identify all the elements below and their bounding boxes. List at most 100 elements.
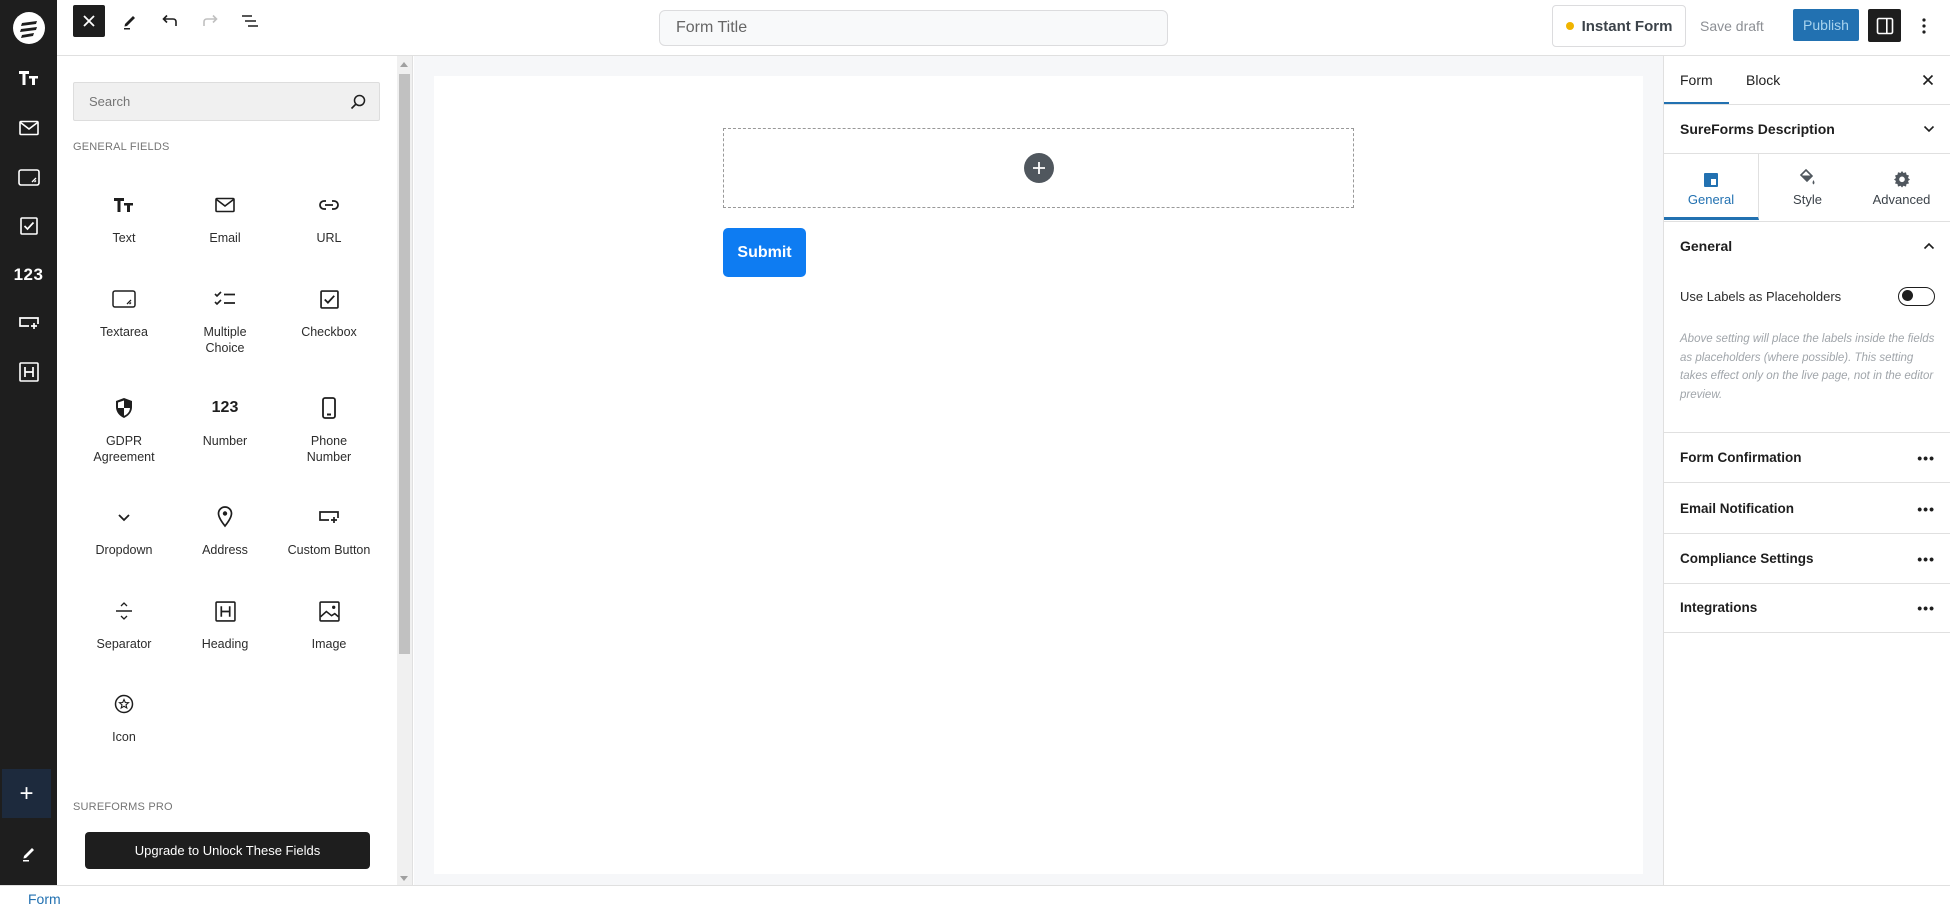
rail-item-heading[interactable] bbox=[0, 352, 57, 392]
inserter-scrollbar[interactable] bbox=[397, 56, 412, 885]
scroll-up-icon[interactable] bbox=[400, 62, 408, 67]
scrollbar-thumb[interactable] bbox=[399, 74, 410, 654]
redo-button[interactable] bbox=[194, 5, 226, 37]
block-address[interactable]: Address bbox=[175, 504, 275, 558]
block-label: Multiple Choice bbox=[203, 325, 247, 355]
add-block-button[interactable] bbox=[1023, 153, 1054, 183]
logo-button[interactable] bbox=[0, 0, 57, 56]
tab-form[interactable]: Form bbox=[1664, 56, 1729, 104]
block-label: GDPR Agreement bbox=[93, 434, 155, 464]
panel-label: Email Notification bbox=[1680, 501, 1795, 516]
close-settings-button[interactable] bbox=[1916, 68, 1940, 92]
block-url[interactable]: URL bbox=[279, 192, 379, 246]
use-labels-as-placeholders-row: Use Labels as Placeholders bbox=[1680, 282, 1935, 310]
gear-icon bbox=[1893, 171, 1910, 188]
submit-button[interactable]: Submit bbox=[723, 228, 806, 277]
sureforms-description-toggle[interactable]: SureForms Description bbox=[1664, 105, 1950, 153]
save-draft-button[interactable]: Save draft bbox=[1700, 10, 1764, 42]
more-dots-icon[interactable]: ••• bbox=[1917, 450, 1935, 466]
checkbox-icon bbox=[19, 217, 38, 235]
tab-block[interactable]: Block bbox=[1730, 56, 1796, 104]
block-appender[interactable] bbox=[723, 128, 1354, 208]
toggle-knob bbox=[1902, 290, 1913, 301]
block-number[interactable]: 123 Number bbox=[175, 395, 275, 449]
block-multiple-choice[interactable]: Multiple Choice bbox=[175, 286, 275, 356]
breadcrumb-form[interactable]: Form bbox=[28, 891, 61, 907]
block-textarea[interactable]: Textarea bbox=[74, 286, 174, 340]
rail-edit-button[interactable] bbox=[0, 833, 57, 873]
form-confirmation-panel[interactable]: Form Confirmation ••• bbox=[1664, 433, 1950, 483]
block-breadcrumb-bar: Form bbox=[0, 885, 1950, 912]
rail-add-block-button[interactable]: + bbox=[2, 769, 51, 818]
heading-icon bbox=[18, 362, 39, 382]
plus-circle-icon bbox=[1032, 162, 1045, 174]
inner-tab-advanced[interactable]: Advanced bbox=[1854, 154, 1949, 220]
inner-tab-style[interactable]: Style bbox=[1760, 154, 1855, 220]
form-title-input[interactable] bbox=[659, 10, 1168, 46]
rail-item-checkbox[interactable] bbox=[0, 206, 57, 246]
panel-label: Integrations bbox=[1680, 600, 1758, 615]
block-dropdown[interactable]: Dropdown bbox=[74, 504, 174, 558]
kebab-icon bbox=[1922, 17, 1926, 34]
publish-button[interactable]: Publish bbox=[1793, 9, 1859, 41]
email-notification-panel[interactable]: Email Notification ••• bbox=[1664, 484, 1950, 534]
block-phone-number[interactable]: Phone Number bbox=[279, 395, 379, 465]
rail-item-text[interactable] bbox=[0, 58, 57, 98]
textarea-icon bbox=[112, 290, 136, 308]
more-dots-icon[interactable]: ••• bbox=[1917, 551, 1935, 567]
custom-button-icon bbox=[319, 511, 339, 523]
block-icon[interactable]: Icon bbox=[74, 691, 174, 745]
general-panel-toggle[interactable]: General bbox=[1664, 222, 1950, 270]
multiple-choice-icon bbox=[214, 291, 235, 306]
options-menu-button[interactable] bbox=[1912, 9, 1936, 42]
document-outline-button[interactable] bbox=[234, 5, 266, 37]
status-dot-icon bbox=[1565, 22, 1574, 30]
block-text[interactable]: Text bbox=[74, 192, 174, 246]
search-icon[interactable] bbox=[349, 93, 367, 111]
settings-sidebar-toggle[interactable] bbox=[1868, 9, 1901, 42]
paint-bucket-icon bbox=[1799, 168, 1814, 185]
instant-form-button[interactable]: Instant Form bbox=[1552, 5, 1686, 47]
block-label: Dropdown bbox=[95, 543, 153, 557]
inner-tab-general[interactable]: General bbox=[1664, 154, 1759, 220]
block-label: Checkbox bbox=[301, 325, 357, 339]
toggle-label: Use Labels as Placeholders bbox=[1680, 288, 1842, 304]
separator-icon bbox=[116, 602, 132, 620]
block-email[interactable]: Email bbox=[175, 192, 275, 246]
undo-button[interactable] bbox=[154, 5, 186, 37]
integrations-panel[interactable]: Integrations ••• bbox=[1664, 583, 1950, 633]
block-label: Address bbox=[202, 543, 248, 557]
compliance-settings-panel[interactable]: Compliance Settings ••• bbox=[1664, 534, 1950, 584]
more-dots-icon[interactable]: ••• bbox=[1917, 501, 1935, 517]
block-label: Text bbox=[112, 231, 136, 245]
sureforms-logo-icon bbox=[12, 12, 45, 44]
block-heading[interactable]: Heading bbox=[175, 598, 275, 652]
rail-item-number[interactable]: 123 bbox=[0, 255, 57, 295]
block-shortcut-rail: 123 + bbox=[0, 56, 57, 885]
heading-icon bbox=[214, 600, 236, 622]
block-gdpr-agreement[interactable]: GDPR Agreement bbox=[74, 395, 174, 465]
close-icon bbox=[83, 15, 95, 27]
scroll-down-icon[interactable] bbox=[400, 876, 408, 881]
block-custom-button[interactable]: Custom Button bbox=[279, 504, 379, 558]
close-inserter-button[interactable] bbox=[73, 5, 105, 37]
block-separator[interactable]: Separator bbox=[74, 598, 174, 652]
tools-button[interactable] bbox=[114, 5, 146, 37]
rail-item-custom-button[interactable] bbox=[0, 303, 57, 343]
upgrade-button[interactable]: Upgrade to Unlock These Fields bbox=[85, 832, 370, 869]
block-checkbox[interactable]: Checkbox bbox=[279, 286, 379, 340]
use-labels-as-placeholders-toggle[interactable] bbox=[1898, 286, 1935, 306]
block-search-input[interactable] bbox=[74, 83, 379, 120]
number-icon: 123 bbox=[211, 399, 239, 416]
location-pin-icon bbox=[217, 506, 233, 528]
block-label: Separator bbox=[96, 637, 152, 651]
general-fields-heading: GENERAL FIELDS bbox=[73, 141, 170, 153]
custom-button-icon bbox=[18, 317, 39, 329]
chevron-down-icon bbox=[118, 513, 130, 521]
rail-item-email[interactable] bbox=[0, 108, 57, 148]
rail-item-textarea[interactable] bbox=[0, 157, 57, 197]
more-dots-icon[interactable]: ••• bbox=[1917, 600, 1935, 616]
block-search bbox=[73, 82, 380, 121]
instant-form-label: Instant Form bbox=[1581, 17, 1673, 35]
block-image[interactable]: Image bbox=[279, 598, 379, 652]
